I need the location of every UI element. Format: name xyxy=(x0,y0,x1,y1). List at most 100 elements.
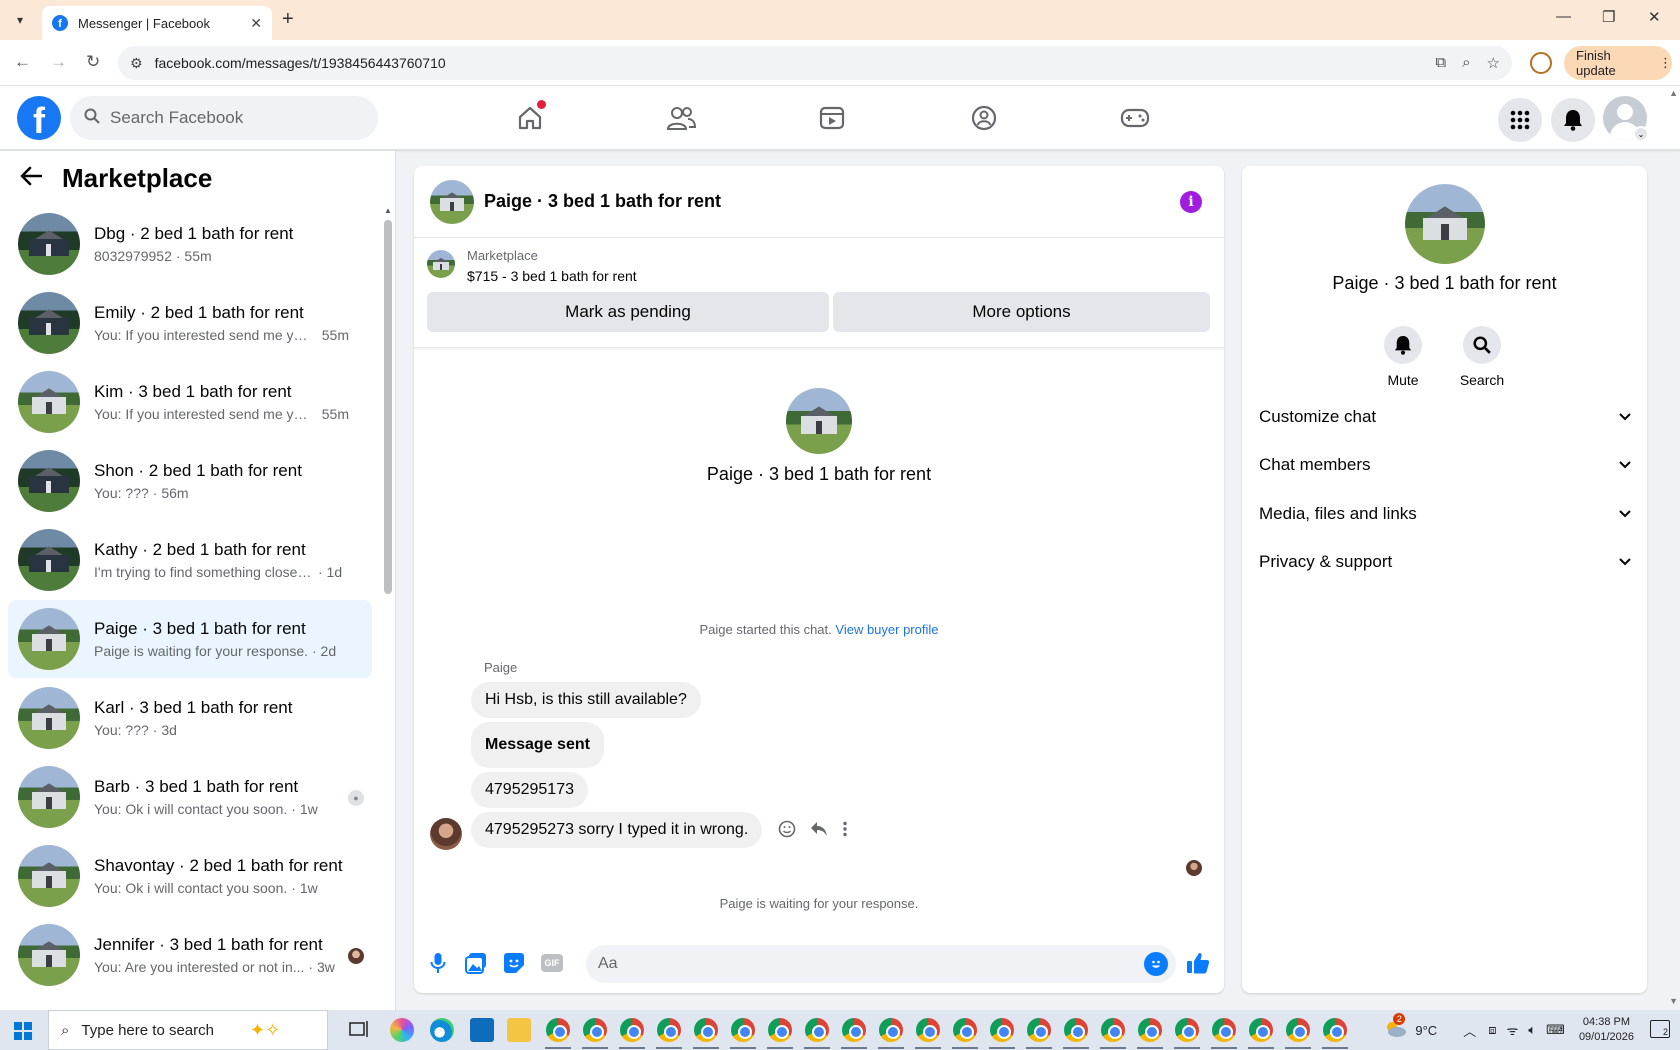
menu-grid-icon[interactable] xyxy=(1498,98,1542,142)
chrome-window-icon[interactable] xyxy=(990,1018,1014,1042)
chrome-window-icon[interactable] xyxy=(620,1018,644,1042)
chrome-window-icon[interactable] xyxy=(916,1018,940,1042)
weather-icon[interactable]: 2 xyxy=(1383,1012,1407,1042)
friends-nav-icon[interactable] xyxy=(661,98,701,138)
react-icon[interactable] xyxy=(778,820,796,843)
tray-chevron-icon[interactable]: ︿ xyxy=(1463,1021,1476,1040)
file-explorer-icon[interactable] xyxy=(507,1018,531,1042)
back-icon[interactable]: ← xyxy=(14,52,31,72)
customize-chat-section[interactable]: Customize chat xyxy=(1259,395,1631,439)
message-bubble[interactable]: 4795295173 xyxy=(471,772,588,808)
view-buyer-profile-link[interactable]: View buyer profile xyxy=(835,622,938,637)
chrome-window-icon[interactable] xyxy=(694,1018,718,1042)
chrome-window-icon[interactable] xyxy=(879,1018,903,1042)
conversation-item[interactable]: Kathy · 2 bed 1 bath for rent I'm trying … xyxy=(8,521,372,599)
tab-search-chevron-icon[interactable]: ▾ xyxy=(8,8,32,32)
mute-action[interactable]: Mute xyxy=(1373,326,1433,388)
window-close-icon[interactable]: ✕ xyxy=(1648,8,1661,26)
profile-avatar-large[interactable] xyxy=(786,388,852,454)
keyboard-icon[interactable]: ⌨ xyxy=(1546,1022,1565,1038)
gaming-nav-icon[interactable] xyxy=(1115,98,1155,138)
listing-thumbnail[interactable] xyxy=(427,250,455,278)
copilot-icon[interactable] xyxy=(390,1018,414,1042)
message-input-box[interactable] xyxy=(586,945,1176,983)
network-icon[interactable]: ⧈ xyxy=(1488,1022,1496,1038)
mail-icon[interactable] xyxy=(470,1018,494,1042)
home-nav-icon[interactable] xyxy=(510,98,550,138)
chrome-window-icon[interactable] xyxy=(805,1018,829,1042)
chat-title[interactable]: Paige · 3 bed 1 bath for rent xyxy=(484,191,721,212)
video-nav-icon[interactable] xyxy=(812,98,852,138)
browser-profile-icon[interactable] xyxy=(1530,52,1552,74)
thumbs-up-icon[interactable] xyxy=(1186,951,1210,975)
search-in-conversation-icon[interactable] xyxy=(1463,326,1501,364)
page-scroll-down-icon[interactable]: ▼ xyxy=(1669,996,1678,1006)
volume-icon[interactable]: 🔈︎ xyxy=(1528,1022,1536,1038)
message-input[interactable] xyxy=(598,955,1118,973)
info-avatar[interactable] xyxy=(1405,184,1485,264)
zoom-icon[interactable]: ⌕ xyxy=(1462,54,1470,72)
chrome-window-icon[interactable] xyxy=(953,1018,977,1042)
message-bubble[interactable]: 4795295273 sorry I typed it in wrong. xyxy=(471,812,763,848)
microphone-icon[interactable] xyxy=(426,951,450,975)
mark-as-pending-button[interactable]: Mark as pending xyxy=(427,292,829,332)
message-bubble[interactable]: Message sent xyxy=(471,722,604,768)
site-info-icon[interactable]: ⚙ xyxy=(130,55,143,72)
message-bubble[interactable]: Hi Hsb, is this still available? xyxy=(471,682,701,718)
reload-icon[interactable]: ↻ xyxy=(86,52,100,72)
chrome-window-icon[interactable] xyxy=(768,1018,792,1042)
chrome-window-icon[interactable] xyxy=(546,1018,570,1042)
task-view-icon[interactable] xyxy=(348,1018,372,1042)
browser-tab[interactable]: f Messenger | Facebook ✕ xyxy=(42,6,272,40)
chrome-window-icon[interactable] xyxy=(583,1018,607,1042)
chrome-window-icon[interactable] xyxy=(1064,1018,1088,1042)
gif-icon[interactable]: GIF xyxy=(540,951,564,975)
chrome-window-icon[interactable] xyxy=(657,1018,681,1042)
page-scroll-up-icon[interactable]: ▲ xyxy=(1669,88,1678,98)
chrome-window-icon[interactable] xyxy=(1286,1018,1310,1042)
taskbar-search-box[interactable]: ⌕ Type here to search ✦✧ xyxy=(48,1010,328,1050)
chrome-window-icon[interactable] xyxy=(1138,1018,1162,1042)
install-app-icon[interactable]: ⧉ xyxy=(1435,54,1446,72)
sender-avatar[interactable] xyxy=(430,818,462,850)
conversation-item[interactable]: Emily · 2 bed 1 bath for rent You: If you… xyxy=(8,284,372,362)
new-tab-icon[interactable]: + xyxy=(282,8,294,31)
search-action[interactable]: Search xyxy=(1452,326,1512,388)
facebook-logo-icon[interactable]: f xyxy=(17,96,61,140)
url-omnibox[interactable]: ⚙ facebook.com/messages/t/19384564437607… xyxy=(118,46,1512,80)
conversation-item[interactable]: Shon · 2 bed 1 bath for rent You: ??? · 56… xyxy=(8,442,372,520)
emoji-icon[interactable] xyxy=(1144,952,1168,976)
sidebar-scrollbar[interactable]: ▲ xyxy=(383,206,393,1010)
minimize-icon[interactable]: — xyxy=(1556,8,1571,25)
url-text[interactable]: facebook.com/messages/t/1938456443760710 xyxy=(155,55,446,71)
chat-avatar[interactable] xyxy=(430,180,474,224)
back-arrow-icon[interactable] xyxy=(20,165,43,193)
groups-nav-icon[interactable] xyxy=(964,98,1004,138)
mute-bell-icon[interactable] xyxy=(1384,326,1422,364)
chrome-window-icon[interactable] xyxy=(1212,1018,1236,1042)
media-files-links-section[interactable]: Media, files and links xyxy=(1259,492,1631,536)
account-chevron-icon[interactable]: ⌄ xyxy=(1633,126,1649,142)
wifi-icon[interactable]: ᯤ xyxy=(1506,1021,1518,1039)
conversation-item[interactable]: Karl · 3 bed 1 bath for rent You: ??? · 3d xyxy=(8,679,372,757)
finish-update-button[interactable]: Finish update ⋮ xyxy=(1564,46,1672,80)
windows-start-icon[interactable] xyxy=(14,1022,32,1040)
more-options-button[interactable]: More options xyxy=(833,292,1210,332)
chrome-window-icon[interactable] xyxy=(1323,1018,1347,1042)
tab-close-icon[interactable]: ✕ xyxy=(250,15,262,32)
weather-temp[interactable]: 9°C xyxy=(1415,1023,1437,1038)
conversation-item[interactable]: Jennifer · 3 bed 1 bath for rent You: Are… xyxy=(8,916,372,994)
conversation-info-icon[interactable]: i xyxy=(1180,191,1202,213)
bookmark-star-icon[interactable]: ☆ xyxy=(1487,54,1500,72)
sticker-icon[interactable] xyxy=(502,951,526,975)
chrome-window-icon[interactable] xyxy=(1175,1018,1199,1042)
chat-members-section[interactable]: Chat members xyxy=(1259,443,1631,487)
chrome-window-icon[interactable] xyxy=(731,1018,755,1042)
conversation-item[interactable]: Barb · 3 bed 1 bath for rent You: Ok i wi… xyxy=(8,758,372,836)
scrollbar-thumb[interactable] xyxy=(384,220,392,594)
more-icon[interactable] xyxy=(842,821,848,842)
restore-icon[interactable]: ❐ xyxy=(1602,8,1615,26)
listing-price-title[interactable]: $715 - 3 bed 1 bath for rent xyxy=(467,268,637,284)
edge-icon[interactable] xyxy=(430,1018,454,1042)
conversation-item[interactable]: Dbg · 2 bed 1 bath for rent 8032979952 · 5… xyxy=(8,205,372,283)
